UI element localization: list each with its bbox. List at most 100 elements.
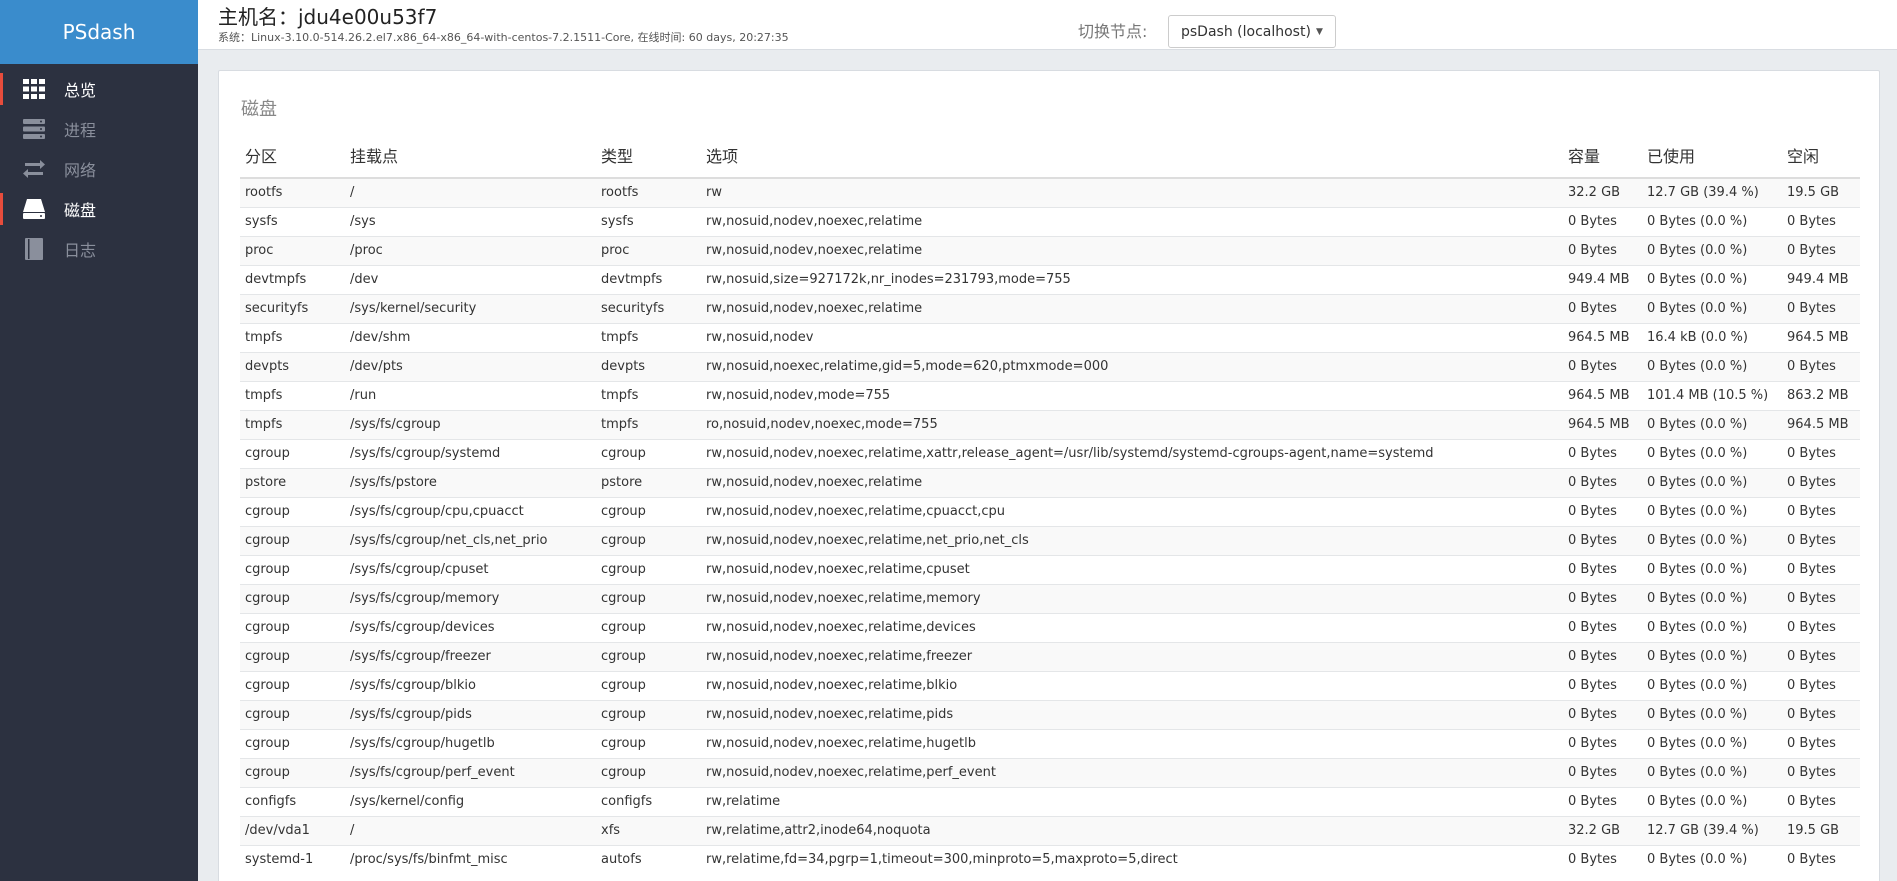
table-row: cgroup/sys/fs/cgroup/blkio cgroup rw,nosui… xyxy=(240,670,1860,700)
table-row: rootfs / rootfs rw 32.2 GB 12.7 GB (39.4 %) 19… xyxy=(240,177,1860,207)
node-select-value: psDash (localhost) xyxy=(1181,23,1311,40)
cell-free: 949.4 MB xyxy=(1782,264,1860,294)
cell-options: rw,nosuid,nodev,noexec,relatime xyxy=(701,235,1563,265)
cell-capacity: 0 Bytes xyxy=(1563,641,1642,671)
cell-partition: cgroup xyxy=(240,525,345,555)
cell-mountpoint: /sys/kernel/security xyxy=(345,293,596,323)
cell-options: rw,nosuid,nodev,noexec,relatime xyxy=(701,467,1563,497)
cell-options: rw,nosuid,nodev,noexec,relatime,blkio xyxy=(701,670,1563,700)
column-header-type[interactable]: 类型 xyxy=(596,133,701,179)
table-row: systemd-1/proc/sys/fs/binfmt_misc autofs r… xyxy=(240,844,1860,874)
cell-used: 0 Bytes (0.0 %) xyxy=(1642,438,1782,468)
cell-options: rw,nosuid,nodev,noexec,relatime,xattr,re… xyxy=(701,438,1563,468)
sidebar-item-network[interactable]: 网络 xyxy=(0,149,198,189)
cell-options: rw,nosuid,nodev xyxy=(701,322,1563,352)
cell-used: 0 Bytes (0.0 %) xyxy=(1642,525,1782,555)
cell-type: tmpfs xyxy=(596,322,701,352)
sidebar-item-processes[interactable]: 进程 xyxy=(0,109,198,149)
cell-mountpoint: /sys/fs/cgroup/freezer xyxy=(345,641,596,671)
node-switch-label: 切换节点: xyxy=(1078,22,1148,41)
column-header-options[interactable]: 选项 xyxy=(701,133,1563,179)
sidebar-item-label: 日志 xyxy=(64,241,97,260)
cell-type: cgroup xyxy=(596,641,701,671)
sidebar-item-label: 进程 xyxy=(64,121,97,140)
cell-used: 0 Bytes (0.0 %) xyxy=(1642,235,1782,265)
cell-mountpoint: / xyxy=(345,177,596,207)
cell-mountpoint: /sys/fs/cgroup/cpuset xyxy=(345,554,596,584)
sidebar: PSdash 总览 进程 网络 磁盘 日志 xyxy=(0,0,198,881)
cell-capacity: 32.2 GB xyxy=(1563,815,1642,845)
cell-mountpoint: /run xyxy=(345,380,596,410)
cell-mountpoint: /sys/fs/cgroup/pids xyxy=(345,699,596,729)
column-header-capacity[interactable]: 容量 xyxy=(1563,133,1642,179)
table-row: tmpfs/sys/fs/cgroup tmpfs ro,nosuid,nodev,… xyxy=(240,409,1860,439)
sidebar-item-disks[interactable]: 磁盘 xyxy=(0,189,198,229)
cell-partition: cgroup xyxy=(240,496,345,526)
cell-used: 0 Bytes (0.0 %) xyxy=(1642,612,1782,642)
table-row: sysfs/sys sysfs rw,nosuid,nodev,noexec,rel… xyxy=(240,206,1860,236)
column-header-used[interactable]: 已使用 xyxy=(1642,133,1782,179)
node-select-dropdown[interactable]: psDash (localhost) ▼ xyxy=(1168,15,1336,48)
cell-free: 964.5 MB xyxy=(1782,322,1860,352)
cell-used: 0 Bytes (0.0 %) xyxy=(1642,728,1782,758)
cell-mountpoint: /dev xyxy=(345,264,596,294)
table-row: tmpfs/run tmpfs rw,nosuid,nodev,mode=755 96… xyxy=(240,380,1860,410)
cell-mountpoint: /sys/kernel/config xyxy=(345,786,596,816)
cell-partition: tmpfs xyxy=(240,322,345,352)
brand-logo[interactable]: PSdash xyxy=(0,0,198,64)
cell-used: 0 Bytes (0.0 %) xyxy=(1642,670,1782,700)
cell-options: rw,nosuid,size=927172k,nr_inodes=231793,… xyxy=(701,264,1563,294)
cell-options: rw,nosuid,nodev,noexec,relatime xyxy=(701,293,1563,323)
table-row: cgroup/sys/fs/cgroup/devices cgroup rw,nos… xyxy=(240,612,1860,642)
column-header-partition[interactable]: 分区 xyxy=(240,133,345,179)
grid-icon xyxy=(22,77,46,101)
cell-partition: rootfs xyxy=(240,177,345,207)
column-header-mountpoint[interactable]: 挂载点 xyxy=(345,133,596,179)
cell-type: cgroup xyxy=(596,438,701,468)
cell-type: proc xyxy=(596,235,701,265)
cell-partition: configfs xyxy=(240,786,345,816)
cell-free: 0 Bytes xyxy=(1782,438,1860,468)
cell-used: 0 Bytes (0.0 %) xyxy=(1642,351,1782,381)
cell-options: rw,nosuid,nodev,mode=755 xyxy=(701,380,1563,410)
cell-options: rw,relatime,attr2,inode64,noquota xyxy=(701,815,1563,845)
cell-options: rw,relatime,fd=34,pgrp=1,timeout=300,min… xyxy=(701,844,1563,874)
cell-mountpoint: / xyxy=(345,815,596,845)
cell-options: rw,nosuid,nodev,noexec,relatime,cpuacct,… xyxy=(701,496,1563,526)
cell-used: 12.7 GB (39.4 %) xyxy=(1642,815,1782,845)
column-header-free[interactable]: 空闲 xyxy=(1782,133,1860,179)
cell-mountpoint: /sys/fs/cgroup/memory xyxy=(345,583,596,613)
cell-capacity: 0 Bytes xyxy=(1563,757,1642,787)
cell-used: 0 Bytes (0.0 %) xyxy=(1642,844,1782,874)
cell-free: 0 Bytes xyxy=(1782,757,1860,787)
cell-partition: tmpfs xyxy=(240,380,345,410)
table-row: cgroup/sys/fs/cgroup/pids cgroup rw,nosuid… xyxy=(240,699,1860,729)
table-row: cgroup/sys/fs/cgroup/cpuset cgroup rw,nosu… xyxy=(240,554,1860,584)
cell-free: 0 Bytes xyxy=(1782,206,1860,236)
cell-capacity: 964.5 MB xyxy=(1563,322,1642,352)
cell-options: rw,nosuid,nodev,noexec,relatime,freezer xyxy=(701,641,1563,671)
cell-mountpoint: /sys/fs/cgroup xyxy=(345,409,596,439)
sidebar-item-overview[interactable]: 总览 xyxy=(0,69,198,109)
cell-partition: pstore xyxy=(240,467,345,497)
cell-used: 0 Bytes (0.0 %) xyxy=(1642,699,1782,729)
exchange-icon xyxy=(22,157,46,181)
cell-capacity: 32.2 GB xyxy=(1563,177,1642,207)
cell-capacity: 0 Bytes xyxy=(1563,525,1642,555)
cell-partition: cgroup xyxy=(240,670,345,700)
cell-used: 0 Bytes (0.0 %) xyxy=(1642,641,1782,671)
cell-free: 0 Bytes xyxy=(1782,699,1860,729)
cell-capacity: 949.4 MB xyxy=(1563,264,1642,294)
cell-partition: devpts xyxy=(240,351,345,381)
sidebar-item-label: 磁盘 xyxy=(64,201,97,220)
cell-capacity: 0 Bytes xyxy=(1563,844,1642,874)
cell-options: rw xyxy=(701,177,1563,207)
sidebar-item-logs[interactable]: 日志 xyxy=(0,229,198,269)
table-row: devpts/dev/pts devpts rw,nosuid,noexec,rel… xyxy=(240,351,1860,381)
cell-used: 0 Bytes (0.0 %) xyxy=(1642,583,1782,613)
sidebar-nav: 总览 进程 网络 磁盘 日志 xyxy=(0,69,198,269)
cell-type: configfs xyxy=(596,786,701,816)
cell-type: cgroup xyxy=(596,728,701,758)
table-row: /dev/vda1/xfs rw,relatime,attr2,inode64,n… xyxy=(240,815,1860,845)
cell-used: 0 Bytes (0.0 %) xyxy=(1642,264,1782,294)
